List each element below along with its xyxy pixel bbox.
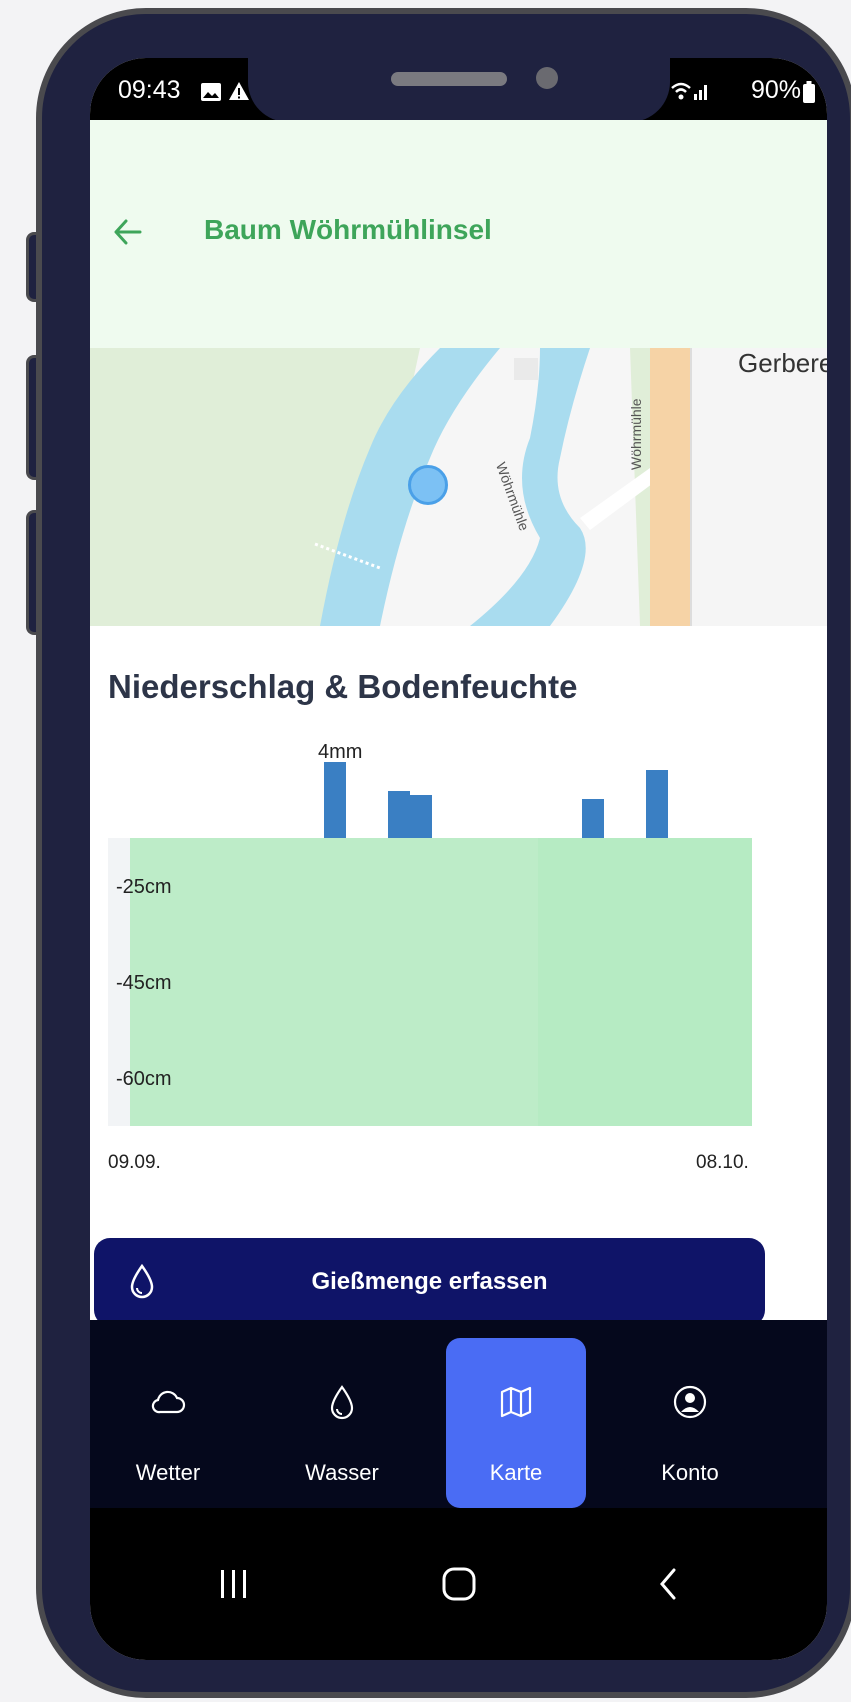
status-bar: 09:43 90% <box>90 58 827 122</box>
soil-moisture-chart: -25cm -45cm -60cm <box>108 838 752 1126</box>
map-view[interactable]: Wöhrmühle Wöhrmühle Gerbere <box>90 348 827 626</box>
precip-bar <box>324 762 346 838</box>
back-arrow-icon[interactable] <box>110 214 146 250</box>
soil-depth-label: -25cm <box>116 876 172 898</box>
nav-item-konto[interactable]: Konto <box>620 1320 760 1508</box>
droplet-icon <box>330 1385 354 1420</box>
map-icon <box>500 1386 532 1418</box>
nav-label: Konto <box>661 1460 719 1485</box>
nav-item-karte[interactable]: Karte <box>446 1338 586 1508</box>
warning-notification-icon <box>229 82 249 100</box>
precip-bar <box>582 799 604 838</box>
battery-percent: 90% <box>751 76 801 105</box>
home-icon[interactable] <box>441 1566 477 1602</box>
bottom-navigation: Wetter Wasser Karte Konto <box>90 1320 827 1508</box>
precip-bar <box>410 795 432 838</box>
location-marker[interactable] <box>408 465 448 505</box>
page-title: Baum Wöhrmühlinsel <box>204 214 492 245</box>
log-watering-label: Gießmenge erfassen <box>311 1268 548 1295</box>
nav-label: Karte <box>489 1460 543 1485</box>
cloud-icon <box>151 1390 186 1414</box>
street-label: Wöhrmühle <box>628 398 644 470</box>
x-axis-end-label: 08.10. <box>696 1152 749 1173</box>
app-bar: Baum Wöhrmühlinsel <box>90 120 827 350</box>
back-icon[interactable] <box>652 1566 688 1602</box>
nav-item-wetter[interactable]: Wetter <box>98 1320 238 1508</box>
screen: 09:43 90% Baum Wöhrmühlinsel Wöhrmühle W… <box>90 58 827 1660</box>
soil-moisture-area <box>538 838 752 1126</box>
soil-depth-label: -45cm <box>116 972 172 994</box>
x-axis-start-label: 09.09. <box>108 1152 161 1173</box>
image-notification-icon <box>201 83 221 101</box>
recent-apps-icon[interactable] <box>216 1566 252 1602</box>
speaker <box>391 72 507 86</box>
battery-icon <box>803 81 815 103</box>
status-time: 09:43 <box>118 76 181 104</box>
battery-text: 90% <box>750 76 801 104</box>
precip-bar <box>388 791 410 838</box>
front-camera <box>536 67 558 89</box>
log-watering-button[interactable]: Gießmenge erfassen <box>94 1238 765 1326</box>
nav-label: Wasser <box>305 1460 379 1485</box>
nav-item-wasser[interactable]: Wasser <box>272 1320 412 1508</box>
wifi-signal-icon <box>671 82 707 100</box>
bar-value-label: 4mm <box>318 741 363 763</box>
android-navigation-bar <box>90 1508 827 1660</box>
place-label: Gerbere <box>738 348 827 378</box>
nav-label: Wetter <box>135 1460 201 1485</box>
camera-notch <box>248 58 670 122</box>
precip-bar <box>646 770 668 838</box>
map-background <box>90 348 827 626</box>
user-circle-icon <box>673 1385 707 1419</box>
soil-depth-label: -60cm <box>116 1068 172 1090</box>
chart-title: Niederschlag & Bodenfeuchte <box>108 668 578 705</box>
